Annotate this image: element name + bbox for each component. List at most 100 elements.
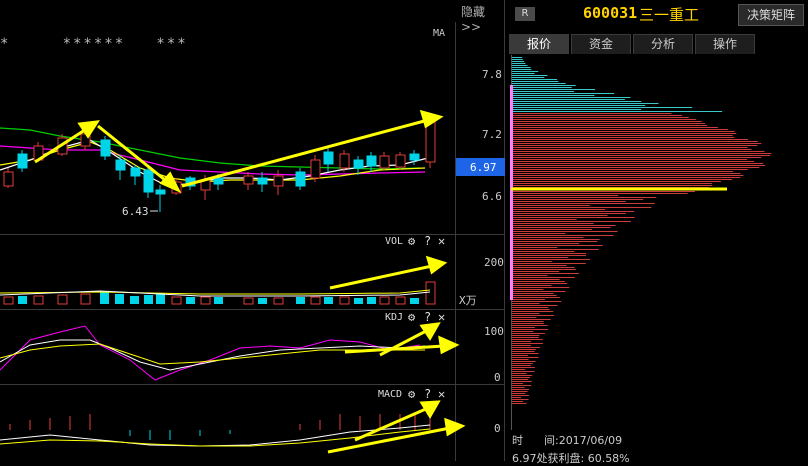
macd-close-icon[interactable]: ✕ bbox=[438, 387, 445, 401]
chip-bar bbox=[512, 267, 575, 268]
kdj-lines bbox=[0, 325, 426, 381]
chip-bar bbox=[512, 145, 758, 146]
vol-close-icon[interactable]: ✕ bbox=[438, 234, 445, 248]
chip-bar bbox=[512, 379, 528, 380]
chip-bar bbox=[512, 375, 533, 376]
chip-bar bbox=[512, 305, 558, 306]
chip-bar bbox=[512, 93, 615, 94]
chip-bar bbox=[512, 335, 540, 336]
chip-bar bbox=[512, 161, 755, 162]
chip-bar bbox=[512, 99, 625, 100]
chip-bar bbox=[512, 285, 552, 286]
chip-bar bbox=[512, 135, 733, 136]
kdj-panel-title: KDJ bbox=[385, 312, 403, 323]
chip-bar bbox=[512, 257, 569, 258]
chip-bar bbox=[512, 79, 558, 80]
chip-bar bbox=[512, 393, 526, 394]
chip-bar bbox=[512, 129, 729, 130]
chip-bar bbox=[512, 221, 631, 222]
chart-canvas[interactable]: 7.8 7.2 6.6 6.97 6.43 VOL ⚙ ? ✕ 200 X万 K… bbox=[0, 0, 505, 461]
chip-bar bbox=[512, 131, 735, 132]
chip-bar bbox=[512, 89, 596, 90]
r-badge[interactable]: R bbox=[515, 7, 535, 21]
decision-matrix-button[interactable]: 决策矩阵 bbox=[738, 4, 804, 26]
chip-bar bbox=[512, 397, 522, 398]
chip-bar bbox=[512, 347, 540, 348]
chip-bar bbox=[512, 235, 614, 236]
chip-bar bbox=[512, 65, 528, 66]
chip-bar bbox=[512, 385, 532, 386]
chip-bar bbox=[512, 133, 737, 134]
chip-bar bbox=[512, 293, 554, 294]
chip-bar bbox=[512, 85, 576, 86]
chip-bar bbox=[512, 351, 535, 352]
tab-funds[interactable]: 资金 bbox=[571, 34, 631, 54]
macd-arrows bbox=[327, 400, 466, 454]
chip-bar bbox=[512, 395, 529, 396]
macd-help-icon[interactable]: ? bbox=[424, 387, 431, 401]
chip-bar bbox=[512, 307, 549, 308]
macd-tick-0: 0 bbox=[494, 422, 501, 435]
chip-bar bbox=[512, 337, 539, 338]
kdj-help-icon[interactable]: ? bbox=[424, 310, 431, 324]
chip-bar bbox=[512, 137, 735, 138]
chip-bar bbox=[512, 271, 560, 272]
chip-bar bbox=[512, 265, 567, 266]
chip-bar bbox=[512, 309, 550, 310]
chip-bar bbox=[512, 201, 626, 202]
chip-bar bbox=[512, 281, 565, 282]
vol-settings-icon[interactable]: ⚙ bbox=[408, 234, 416, 248]
kdj-close-icon[interactable]: ✕ bbox=[438, 310, 445, 324]
chip-bar bbox=[512, 249, 599, 250]
chip-bar bbox=[512, 329, 549, 330]
chip-bar bbox=[512, 387, 525, 388]
chip-bar bbox=[512, 155, 771, 156]
chip-bar bbox=[512, 75, 548, 76]
chip-bar bbox=[512, 177, 741, 178]
vol-help-icon[interactable]: ? bbox=[424, 234, 431, 248]
chip-bar bbox=[512, 147, 748, 148]
chip-bar bbox=[512, 61, 525, 62]
chip-bar bbox=[512, 403, 527, 404]
chip-bar bbox=[512, 175, 744, 176]
chip-bar bbox=[512, 341, 532, 342]
chip-bar bbox=[512, 165, 766, 166]
chip-bar bbox=[512, 109, 642, 110]
tab-quote[interactable]: 报价 bbox=[509, 34, 569, 54]
chip-bar bbox=[512, 117, 689, 118]
vol-tick-200: 200 bbox=[484, 256, 504, 269]
tab-analysis[interactable]: 分析 bbox=[633, 34, 693, 54]
chip-bar bbox=[512, 115, 682, 116]
chip-bar bbox=[512, 333, 545, 334]
chip-bar bbox=[512, 401, 524, 402]
chip-bar bbox=[512, 317, 537, 318]
chip-bar bbox=[512, 67, 531, 68]
chip-bar bbox=[512, 227, 611, 228]
chip-bar bbox=[512, 123, 705, 124]
macd-panel-title: MACD bbox=[378, 389, 402, 400]
volume-bars bbox=[0, 281, 436, 305]
chip-bar bbox=[512, 297, 560, 298]
chip-bar bbox=[512, 77, 545, 78]
chip-bar bbox=[512, 237, 584, 238]
tab-operation[interactable]: 操作 bbox=[695, 34, 755, 54]
chip-bar bbox=[512, 289, 544, 290]
vol-unit-label: X万 bbox=[459, 294, 477, 307]
chip-bar bbox=[512, 69, 532, 70]
quote-panel: R 600031 三一重工 决策矩阵 报价 资金 分析 操作 时 间:2017/… bbox=[505, 0, 808, 465]
macd-settings-icon[interactable]: ⚙ bbox=[408, 387, 416, 401]
chip-bar bbox=[512, 273, 579, 274]
chip-bar bbox=[512, 253, 587, 254]
kdj-settings-icon[interactable]: ⚙ bbox=[408, 310, 416, 324]
chip-bar bbox=[512, 343, 543, 344]
chip-bar bbox=[512, 229, 593, 230]
chip-bar bbox=[512, 263, 586, 264]
chip-bar bbox=[512, 83, 566, 84]
chip-bar bbox=[512, 157, 762, 158]
chip-bar bbox=[512, 209, 606, 210]
chip-bar bbox=[512, 113, 672, 114]
chip-bar bbox=[512, 231, 618, 232]
chip-bar bbox=[512, 239, 600, 240]
chip-bar bbox=[512, 391, 528, 392]
chip-bar bbox=[512, 381, 532, 382]
